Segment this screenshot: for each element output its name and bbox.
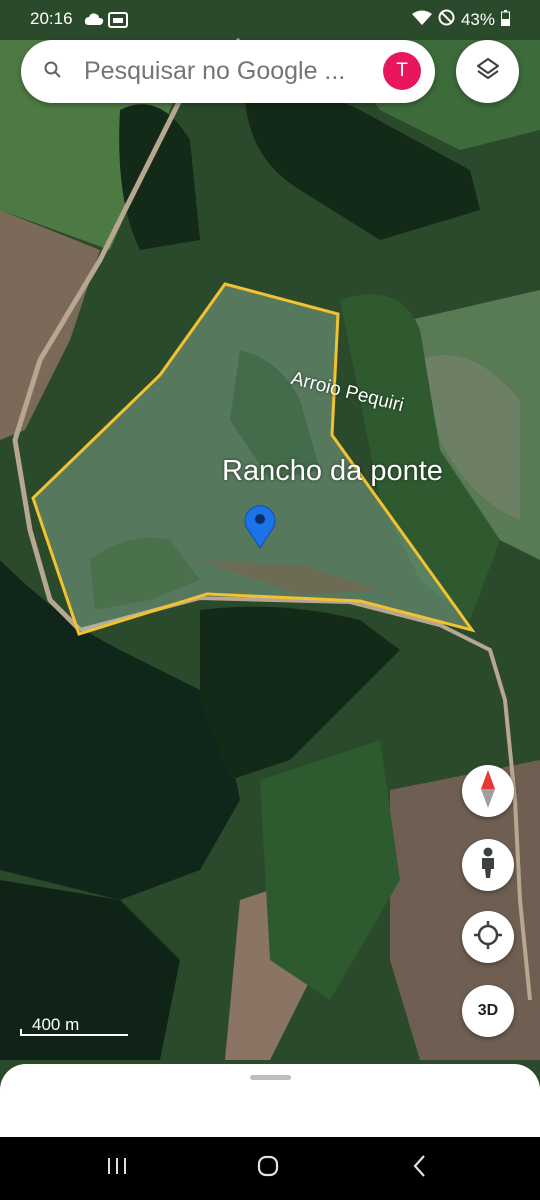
compass-button[interactable] <box>462 765 514 817</box>
3d-button[interactable]: 3D <box>462 985 514 1037</box>
navigation-bar <box>0 1137 540 1200</box>
battery-icon <box>501 9 510 31</box>
location-pin-icon[interactable] <box>243 503 277 549</box>
status-bar: 20:16 43% <box>0 0 540 40</box>
drag-handle[interactable] <box>250 1075 291 1080</box>
recent-apps-button[interactable] <box>97 1153 137 1183</box>
compass-icon <box>478 769 498 813</box>
battery-text: 43% <box>460 10 495 29</box>
status-right: 43% <box>411 9 510 31</box>
layers-button[interactable] <box>456 40 519 103</box>
layers-icon <box>475 56 501 87</box>
avatar[interactable]: T <box>383 52 421 90</box>
pegman-icon <box>478 847 498 884</box>
notification-icon <box>108 10 128 33</box>
scale-bar <box>20 1029 128 1036</box>
back-button[interactable] <box>400 1153 440 1183</box>
my-location-button[interactable] <box>462 911 514 963</box>
place-label[interactable]: Rancho da ponte <box>222 455 443 488</box>
street-view-button[interactable] <box>462 839 514 891</box>
wifi-icon <box>411 10 432 31</box>
bottom-sheet[interactable] <box>0 1064 540 1144</box>
back-icon <box>412 1154 428 1183</box>
search-input[interactable]: Pesquisar no Google ... <box>84 57 374 86</box>
home-icon <box>256 1154 280 1183</box>
cloud-icon <box>84 11 104 31</box>
status-time: 20:16 <box>30 9 73 28</box>
recent-apps-icon <box>106 1156 128 1181</box>
home-button[interactable] <box>248 1153 288 1183</box>
map-scale: 400 m <box>20 1015 130 1036</box>
my-location-icon <box>473 920 503 955</box>
do-not-disturb-icon <box>438 9 455 31</box>
search-icon <box>43 60 63 85</box>
search-bar[interactable]: Pesquisar no Google ... T <box>21 40 435 103</box>
